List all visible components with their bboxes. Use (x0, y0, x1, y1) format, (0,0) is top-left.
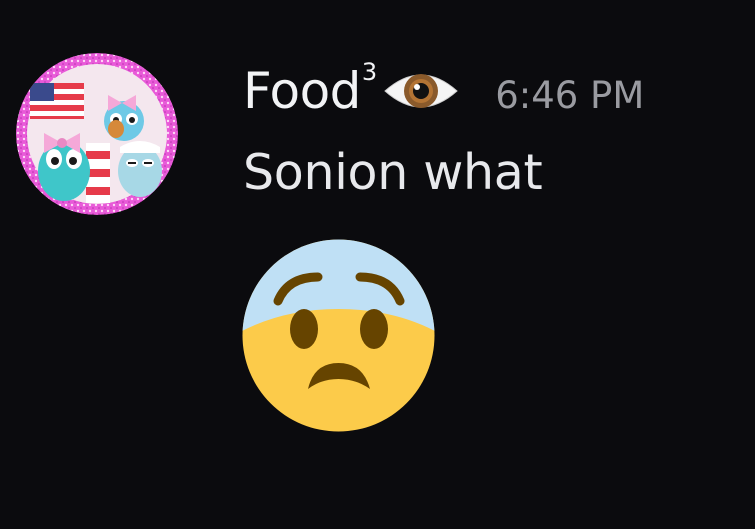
eye-icon (381, 65, 461, 117)
anxious-face-icon (242, 239, 435, 432)
message-content: Sonion what (243, 144, 543, 201)
timestamp: 6:46 PM (495, 73, 645, 117)
username[interactable]: Food (243, 66, 361, 116)
username-superscript: 3 (361, 58, 378, 86)
avatar[interactable] (16, 53, 178, 215)
message-header: Food 3 6:46 PM (243, 56, 644, 126)
avatar-image (16, 53, 178, 215)
chat-message: Food 3 6:46 PM Sonion what (0, 0, 755, 529)
